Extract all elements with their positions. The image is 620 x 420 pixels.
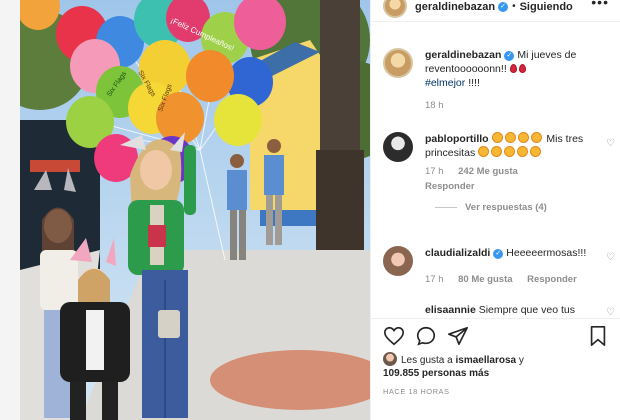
reply-button[interactable]: Responder [527, 274, 577, 285]
header-username[interactable]: geraldinebazan [415, 1, 495, 13]
smile-emoji-icon [517, 146, 529, 157]
caption-time: 18 h [425, 100, 444, 111]
bookmark-icon[interactable] [587, 325, 609, 347]
comment-text: Siempre que veo tus [478, 304, 576, 316]
divider-line [435, 207, 457, 208]
comment-likes[interactable]: 80 Me gusta [458, 274, 512, 285]
heart-eyes-emoji-icon [530, 132, 542, 143]
comment-meta: 17 h 80 Me gusta Responder [425, 274, 615, 285]
smile-emoji-icon [530, 146, 542, 157]
following-button[interactable]: Siguiendo [520, 1, 573, 13]
comment-time: 17 h [425, 166, 444, 177]
comment-heart-icon[interactable]: ♡ [606, 138, 615, 149]
verified-icon: ✓ [493, 249, 504, 259]
caption-username[interactable]: geraldinebazan [425, 49, 501, 61]
likes-count[interactable]: 109.855 personas más [383, 368, 489, 379]
princess-emoji-icon [478, 146, 490, 157]
comment-heart-icon[interactable]: ♡ [606, 307, 615, 318]
more-options-icon[interactable]: ••• [591, 0, 609, 10]
comment-time: 17 h [425, 274, 444, 285]
liker-username[interactable]: ismaellarosa [456, 355, 517, 366]
post-header: geraldinebazan ✓ • Siguiendo ••• [371, 0, 620, 22]
comment-username[interactable]: claudializaldi [425, 247, 490, 259]
comment-heart-icon[interactable]: ♡ [606, 252, 615, 263]
smile-emoji-icon [504, 146, 516, 157]
comment-item: pabloportillo Mis tres princesitas 17 h … [383, 132, 615, 213]
comment-username[interactable]: elisaannie [425, 304, 476, 316]
heart-eyes-emoji-icon [517, 132, 529, 143]
comment-meta: 17 h 242 Me gusta [425, 166, 615, 177]
heart-eyes-emoji-icon [504, 132, 516, 143]
comment-item: elisaannie Siempre que veo tus ♡ [383, 303, 615, 318]
photo-illustration: ¡Feliz Cumpleaños! Six Flags Six Flags S… [20, 0, 370, 420]
verified-icon: ✓ [498, 1, 509, 12]
verified-icon: ✓ [504, 51, 515, 61]
post-side-panel: geraldinebazan ✓ • Siguiendo ••• geraldi… [370, 0, 620, 420]
likes-joiner: y [518, 355, 524, 366]
view-replies-button[interactable]: Ver respuestas (4) [435, 202, 615, 213]
post-actions: Les gusta a ismaellarosa y 109.855 perso… [371, 318, 620, 420]
comment-username[interactable]: pabloportillo [425, 133, 489, 145]
avatar[interactable] [383, 246, 413, 276]
post-timestamp: HACE 18 HORAS [383, 387, 450, 396]
hashtag-link[interactable]: #elmejor [425, 77, 465, 89]
avatar[interactable] [383, 132, 413, 162]
comment-icon[interactable] [415, 325, 437, 347]
heart-eyes-emoji-icon [491, 132, 503, 143]
caption-text-block: geraldinebazan ✓ Mi jueves de reventooooo… [425, 48, 615, 90]
action-icons [383, 325, 609, 347]
caption-suffix: !!!! [468, 77, 480, 89]
likes-prefix: Les gusta a [401, 355, 453, 366]
heart-icon[interactable] [383, 325, 405, 347]
post-caption: geraldinebazan ✓ Mi jueves de reventooooo… [383, 48, 615, 111]
red-balloon-emoji-icon [509, 64, 517, 73]
comment-text-block: claudializaldi ✓ Heeeeermosas!!! [425, 246, 615, 260]
smile-emoji-icon [491, 146, 503, 157]
instagram-post-view: ¡Feliz Cumpleaños! Six Flags Six Flags S… [0, 0, 620, 420]
comment-text-block: pabloportillo Mis tres princesitas [425, 132, 615, 160]
share-icon[interactable] [447, 325, 469, 347]
reply-button[interactable]: Responder [425, 181, 615, 192]
likes-summary: Les gusta a ismaellarosa y 109.855 perso… [383, 352, 524, 380]
header-separator: • [512, 1, 516, 12]
comment-text-block: elisaannie Siempre que veo tus [425, 303, 615, 317]
comment-likes[interactable]: 242 Me gusta [458, 166, 518, 177]
avatar[interactable] [383, 0, 407, 18]
comment-item: claudializaldi ✓ Heeeeermosas!!! 17 h 80 … [383, 246, 615, 285]
avatar[interactable] [383, 352, 397, 366]
post-photo[interactable]: ¡Feliz Cumpleaños! Six Flags Six Flags S… [20, 0, 370, 420]
view-replies-label: Ver respuestas (4) [465, 202, 547, 213]
red-balloon-emoji-icon [518, 64, 526, 73]
avatar[interactable] [383, 48, 413, 78]
comment-text: Heeeeermosas!!! [506, 247, 587, 259]
